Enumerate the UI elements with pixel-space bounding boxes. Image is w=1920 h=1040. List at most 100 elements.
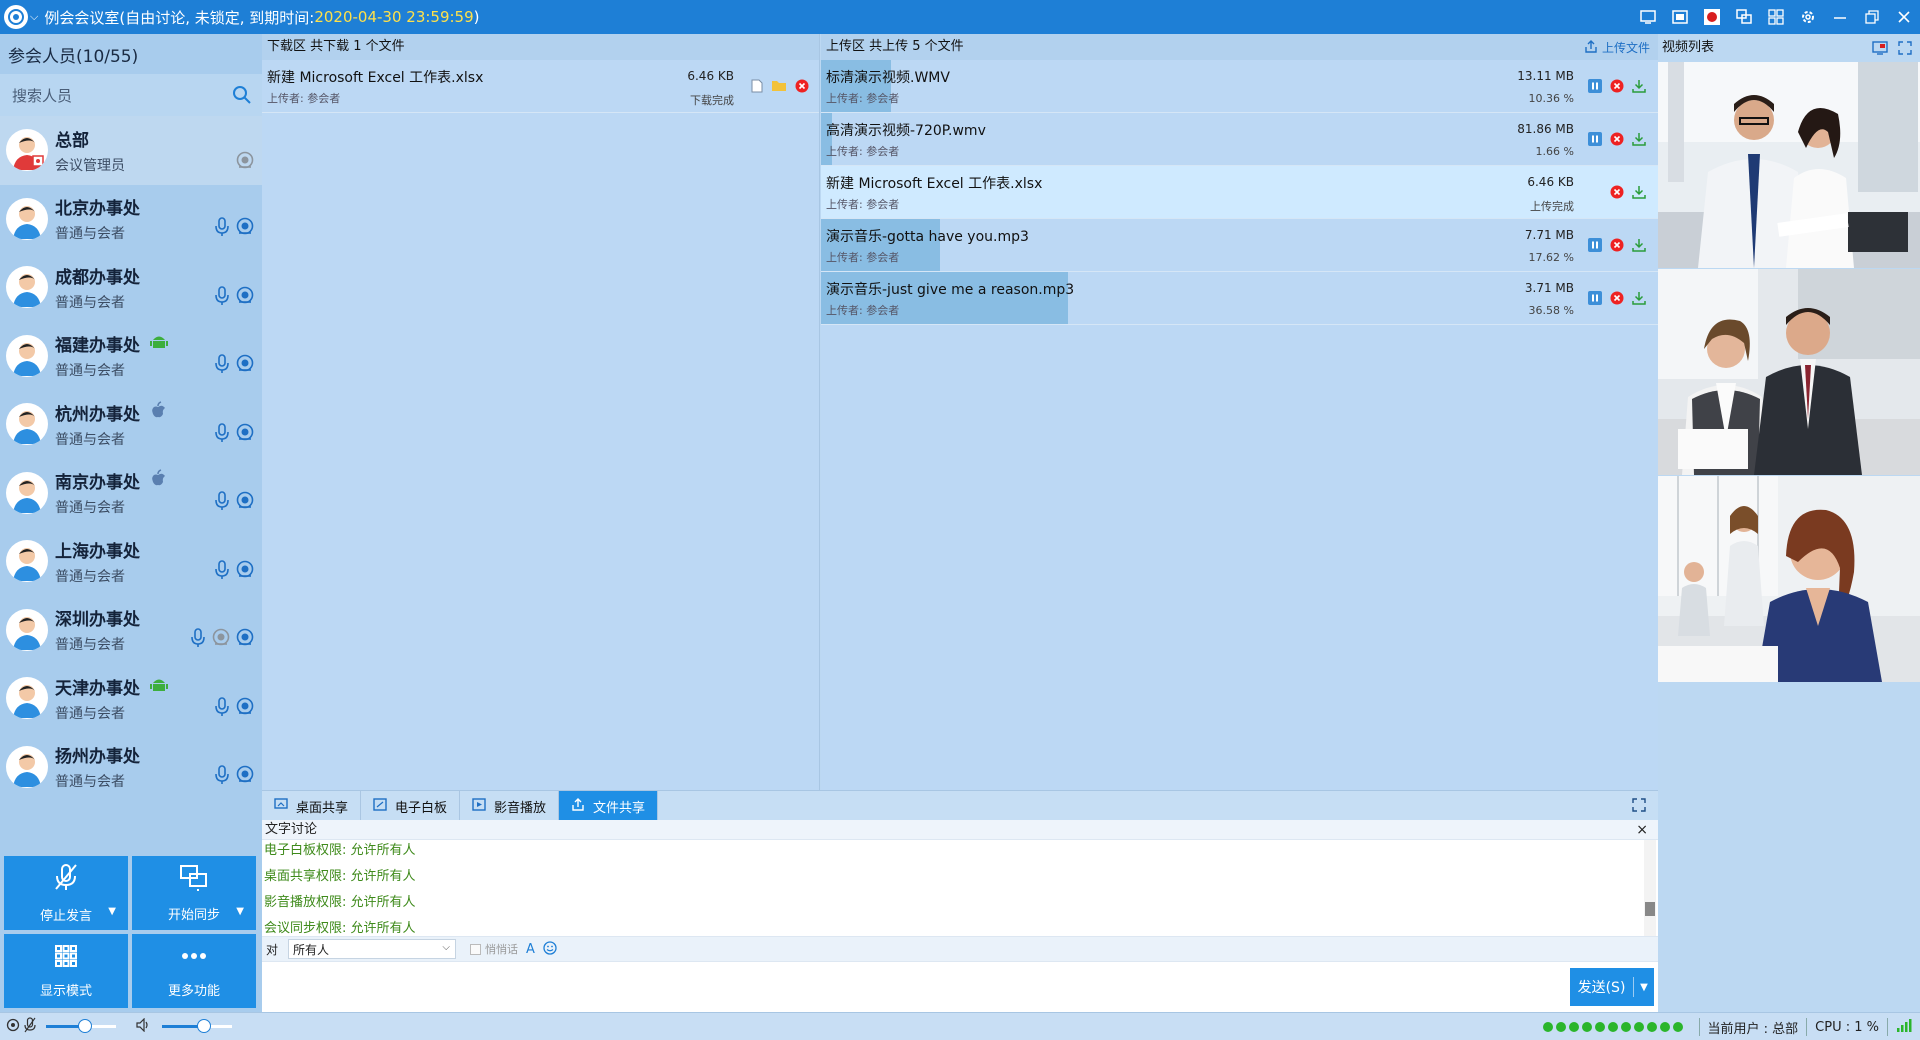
camera-icon[interactable] (236, 423, 254, 447)
search-icon[interactable] (232, 85, 252, 109)
tab-whiteboard[interactable]: 电子白板 (361, 791, 461, 821)
caret-down-icon[interactable]: ▼ (108, 906, 116, 917)
camera-off-icon[interactable] (212, 628, 230, 652)
slider-knob[interactable] (77, 1019, 92, 1033)
member-item[interactable]: 福建办事处 普通与会者 (0, 322, 262, 391)
mic-icon[interactable] (214, 696, 230, 721)
fullscreen-icon[interactable] (1670, 7, 1690, 27)
speaker-icon[interactable] (136, 1017, 152, 1036)
delete-icon[interactable] (1610, 185, 1624, 203)
avatar (6, 403, 48, 446)
mic-icon[interactable] (24, 1016, 36, 1037)
mic-icon[interactable] (214, 285, 230, 310)
recipient-select[interactable]: 所有人 ⌵ (288, 939, 457, 959)
camera-icon[interactable] (236, 354, 254, 378)
camera-icon[interactable] (236, 491, 254, 515)
mic-icon[interactable] (214, 217, 230, 241)
member-item[interactable]: 杭州办事处 普通与会者 (0, 390, 262, 459)
send-options-icon[interactable]: ▼ (1634, 982, 1654, 993)
download-icon[interactable] (1632, 291, 1646, 309)
chevron-down-icon[interactable]: ⌵ (30, 10, 38, 24)
chat-input[interactable]: 发送(S) ▼ (262, 962, 1658, 1010)
camera-icon[interactable] (236, 697, 254, 721)
video-tile[interactable] (1658, 62, 1920, 268)
grid-layout-icon[interactable] (1766, 7, 1786, 27)
member-item[interactable]: 天津办事处 普通与会者 (0, 664, 262, 733)
camera-icon[interactable] (236, 217, 254, 241)
minimize-icon[interactable] (1830, 7, 1850, 27)
app-logo-icon[interactable] (4, 5, 28, 29)
scroll-thumb[interactable] (1645, 902, 1655, 916)
download-icon[interactable] (1632, 79, 1646, 97)
camera-icon[interactable] (236, 628, 254, 652)
upload-file-row[interactable]: 演示音乐-gotta have you.mp3 上传者: 参会者 7.71 MB 17… (821, 219, 1658, 272)
mic-volume-slider[interactable] (46, 1019, 116, 1033)
mic-icon[interactable] (214, 765, 230, 789)
tab-desktop-share[interactable]: 桌面共享 (262, 791, 362, 821)
download-icon[interactable] (1632, 132, 1646, 150)
start-sync-button[interactable]: 开始同步 ▼ (132, 856, 256, 930)
avatar (6, 540, 48, 583)
download-icon[interactable] (1632, 185, 1646, 203)
upload-file-row[interactable]: 标清演示视频.WMV 上传者: 参会者 13.11 MB 10.36 % (821, 60, 1658, 113)
camera-icon[interactable] (6, 1018, 20, 1036)
member-search-input[interactable]: 搜索人员 (0, 74, 262, 116)
apple-icon (150, 401, 166, 424)
pause-icon[interactable] (1588, 238, 1602, 256)
upload-file-row[interactable]: 高清演示视频-720P.wmv 上传者: 参会者 81.86 MB 1.66 % (821, 113, 1658, 166)
upload-file-button[interactable]: 上传文件 (1584, 39, 1650, 56)
mic-icon[interactable] (214, 354, 230, 378)
delete-icon[interactable] (1610, 238, 1624, 256)
mic-icon[interactable] (214, 559, 230, 584)
mic-icon[interactable] (214, 422, 230, 447)
screen-share-icon[interactable] (1638, 7, 1658, 27)
upload-file-row[interactable]: 演示音乐-just give me a reason.mp3 上传者: 参会者 3.… (821, 272, 1658, 325)
expand-icon[interactable] (1632, 798, 1646, 816)
download-file-row[interactable]: 新建 Microsoft Excel 工作表.xlsx 上传者: 参会者 6.46 … (262, 60, 819, 113)
member-item[interactable]: 成都办事处 普通与会者 (0, 253, 262, 322)
stop-speaking-button[interactable]: 停止发言 ▼ (4, 856, 128, 930)
window-title-end: ) (473, 8, 480, 26)
settings-gear-icon[interactable] (1798, 7, 1818, 27)
camera-icon[interactable] (236, 560, 254, 584)
video-tile[interactable] (1658, 269, 1920, 475)
delete-icon[interactable] (1610, 132, 1624, 150)
member-item[interactable]: 扬州办事处 普通与会者 (0, 733, 262, 802)
speaker-volume-slider[interactable] (162, 1019, 232, 1033)
close-icon[interactable] (1894, 7, 1914, 27)
pause-icon[interactable] (1588, 79, 1602, 97)
tab-file-share[interactable]: 文件共享 (559, 791, 659, 821)
member-item[interactable]: 总部 会议管理员 (0, 116, 262, 185)
chat-scrollbar[interactable] (1644, 840, 1656, 936)
display-mode-button[interactable]: 显示模式 (4, 934, 128, 1008)
camera-icon[interactable] (236, 765, 254, 789)
restore-icon[interactable] (1862, 7, 1882, 27)
delete-icon[interactable] (795, 79, 809, 97)
window-switch-icon[interactable] (1734, 7, 1754, 27)
record-icon[interactable] (1702, 7, 1722, 27)
camera-off-icon[interactable] (236, 151, 254, 173)
member-item[interactable]: 深圳办事处 普通与会者 (0, 596, 262, 665)
close-icon[interactable]: × (1636, 820, 1648, 840)
slider-knob[interactable] (197, 1019, 211, 1033)
more-functions-button[interactable]: 更多功能 (132, 934, 256, 1008)
mic-icon[interactable] (190, 628, 206, 652)
file-open-icon[interactable] (751, 79, 763, 97)
member-item[interactable]: 北京办事处 普通与会者 (0, 185, 262, 254)
delete-icon[interactable] (1610, 291, 1624, 309)
delete-icon[interactable] (1610, 79, 1624, 97)
mic-icon[interactable] (214, 491, 230, 515)
member-item[interactable]: 南京办事处 普通与会者 (0, 459, 262, 528)
pause-icon[interactable] (1588, 291, 1602, 309)
camera-icon[interactable] (236, 286, 254, 310)
tab-media-playback[interactable]: 影音播放 (460, 791, 560, 821)
member-item[interactable]: 上海办事处 普通与会者 (0, 527, 262, 596)
video-tile[interactable] (1658, 476, 1920, 682)
caret-down-icon[interactable]: ▼ (236, 906, 244, 917)
send-button[interactable]: 发送(S) ▼ (1570, 968, 1654, 1006)
checkbox-box[interactable] (470, 943, 482, 955)
pause-icon[interactable] (1588, 132, 1602, 150)
upload-file-row[interactable]: 新建 Microsoft Excel 工作表.xlsx 上传者: 参会者 6.46 … (821, 166, 1658, 219)
folder-icon[interactable] (771, 79, 787, 97)
download-icon[interactable] (1632, 238, 1646, 256)
